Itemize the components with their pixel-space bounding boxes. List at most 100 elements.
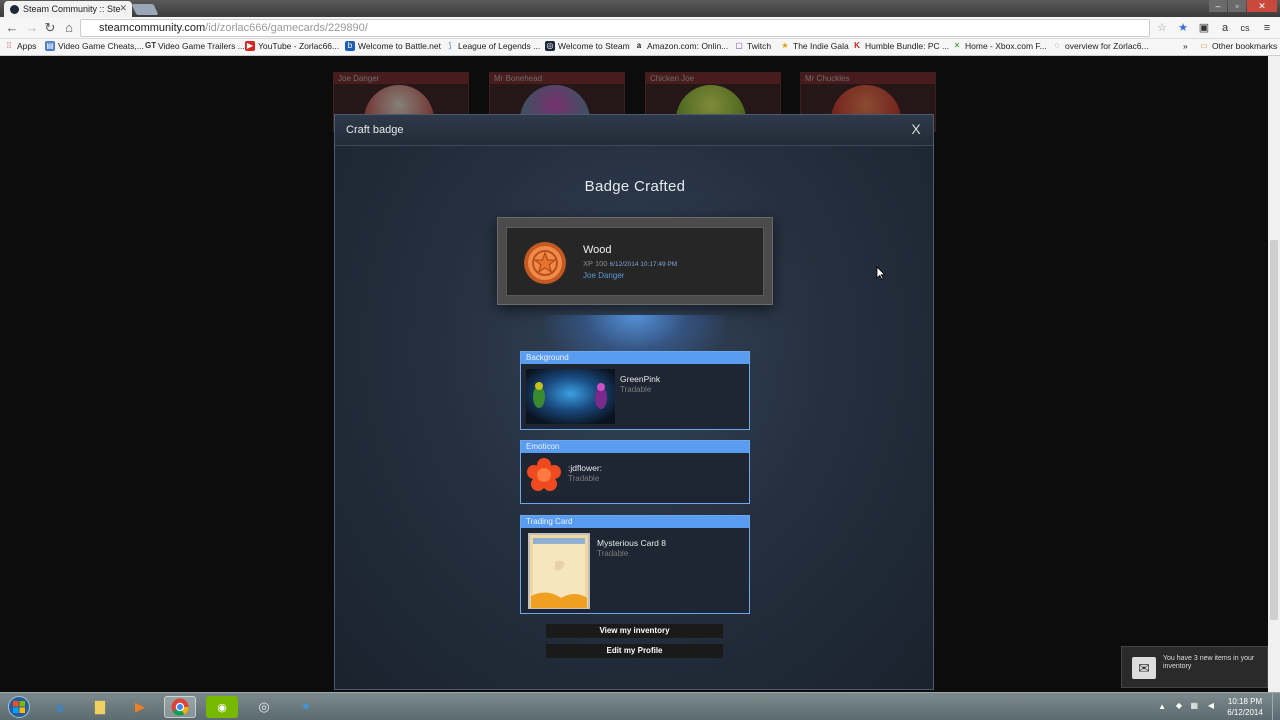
badge-crafted-heading: Badge Crafted bbox=[584, 178, 686, 195]
bookmarks-more-button[interactable]: » bbox=[1183, 41, 1188, 51]
apps-grid-icon: ⁞⁞ bbox=[6, 41, 12, 50]
bookmark-item[interactable]: GT Video Game Trailers ... bbox=[145, 41, 245, 51]
scrollbar-thumb[interactable] bbox=[1270, 240, 1278, 620]
url-host: steamcommunity.com bbox=[99, 22, 206, 34]
item-category: Emoticon bbox=[521, 441, 749, 453]
new-tab-button[interactable] bbox=[131, 4, 159, 15]
bookmark-item[interactable]: ▶ YouTube - Zorlac66... bbox=[245, 41, 339, 51]
item-name: GreenPink bbox=[620, 374, 661, 384]
gt-icon: GT bbox=[145, 41, 157, 50]
bookmark-item[interactable]: ◌ overview for Zorlac6... bbox=[1052, 41, 1149, 51]
background-thumbnail bbox=[526, 369, 615, 424]
lastpass-extension-icon[interactable]: cs bbox=[1238, 21, 1252, 35]
bookmark-manager-star-icon[interactable]: ★ bbox=[1176, 21, 1190, 35]
bookmark-item[interactable]: ▤ Video Game Cheats,... bbox=[45, 41, 144, 51]
dialog-header: Craft badge X bbox=[335, 115, 933, 146]
extension-icon[interactable]: ▣ bbox=[1197, 21, 1211, 35]
maximize-button[interactable]: ▫ bbox=[1228, 0, 1246, 12]
chrome-logo bbox=[171, 698, 189, 716]
reward-item-background[interactable]: Background GreenPink Tradable bbox=[520, 351, 750, 430]
address-bar[interactable]: steamcommunity.com/id/zorlac666/gamecard… bbox=[80, 19, 1150, 37]
bookmark-item[interactable]: ◎ Welcome to Steam bbox=[545, 41, 630, 51]
browser-toolbar: ← → ↻ ⌂ steamcommunity.com/id/zorlac666/… bbox=[0, 17, 1280, 39]
item-tradable-status: Tradable bbox=[620, 385, 652, 394]
twitch-icon: ▢ bbox=[735, 41, 743, 50]
reward-item-emoticon[interactable]: Emoticon :jdflower: Tradable bbox=[520, 440, 750, 504]
reload-button[interactable]: ↻ bbox=[42, 20, 58, 36]
url-path: /id/zorlac666/gamecards/229890/ bbox=[205, 22, 368, 34]
item-category: Background bbox=[521, 352, 749, 364]
browser-tab-strip: Steam Community :: Ste ✕ – ▫ ✕ bbox=[0, 0, 1280, 17]
badge-name: Wood bbox=[583, 244, 612, 256]
show-hidden-icons[interactable]: ▲ bbox=[1158, 702, 1166, 711]
folder-icon: ▭ bbox=[1200, 41, 1208, 50]
notification-text: You have 3 new items in your inventory bbox=[1163, 655, 1255, 670]
home-button[interactable]: ⌂ bbox=[61, 20, 77, 36]
close-icon[interactable]: X bbox=[909, 121, 923, 137]
badge-card-inner: Wood XP 100 6/12/2014 10:17:49 PM Joe Da… bbox=[506, 227, 764, 296]
page-scrollbar[interactable] bbox=[1268, 56, 1280, 692]
tab-title: Steam Community :: Ste bbox=[23, 4, 121, 14]
badge-meta: XP 100 6/12/2014 10:17:49 PM bbox=[583, 259, 677, 268]
bookmark-apps[interactable]: ⁞⁞ Apps bbox=[4, 41, 37, 51]
badge-timestamp: 6/12/2014 10:17:49 PM bbox=[609, 261, 678, 268]
star-icon: ★ bbox=[781, 41, 789, 50]
badge-card: Wood XP 100 6/12/2014 10:17:49 PM Joe Da… bbox=[497, 217, 773, 305]
humble-icon: K bbox=[854, 41, 860, 50]
trading-card-thumbnail bbox=[528, 533, 590, 609]
mouse-cursor-icon bbox=[876, 266, 886, 280]
screen: Steam Community :: Ste ✕ – ▫ ✕ ← → ↻ ⌂ s… bbox=[0, 0, 1280, 720]
youtube-icon: ▶ bbox=[245, 41, 255, 51]
clock-date[interactable]: 6/12/2014 bbox=[1224, 708, 1266, 717]
menu-icon[interactable]: ≡ bbox=[1260, 21, 1274, 35]
item-name: :jdflower: bbox=[568, 463, 603, 473]
show-desktop-button[interactable] bbox=[1272, 693, 1280, 720]
item-name: Mysterious Card 8 bbox=[597, 538, 666, 548]
other-bookmarks[interactable]: ▭ Other bookmarks bbox=[1199, 41, 1277, 51]
bookmark-item[interactable]: K Humble Bundle: PC ... bbox=[852, 41, 949, 51]
clock-time[interactable]: 10:18 PM bbox=[1224, 697, 1266, 706]
start-button[interactable] bbox=[4, 696, 34, 718]
media-player-icon[interactable]: ▶ bbox=[124, 696, 156, 718]
item-tradable-status: Tradable bbox=[597, 549, 629, 558]
reward-item-trading-card[interactable]: Trading Card Mysterious Card 8 Tradable bbox=[520, 515, 750, 614]
nvidia-icon[interactable]: ◉ bbox=[206, 696, 238, 718]
battlenet-icon: b bbox=[345, 41, 355, 51]
close-window-button[interactable]: ✕ bbox=[1247, 0, 1277, 12]
chrome-icon[interactable] bbox=[164, 696, 196, 718]
edit-profile-button[interactable]: Edit my Profile bbox=[546, 644, 723, 658]
amazon-extension-icon[interactable]: a bbox=[1218, 21, 1232, 35]
bookmark-item[interactable]: ✕ Home - Xbox.com F... bbox=[952, 41, 1047, 51]
network-icon[interactable]: ▦ bbox=[1190, 701, 1198, 710]
bookmark-item[interactable]: a Amazon.com: Onlin... bbox=[634, 41, 729, 51]
back-button[interactable]: ← bbox=[4, 20, 20, 36]
steam-taskbar-icon[interactable]: ◎ bbox=[248, 696, 280, 718]
windows-taskbar: e ▇ ▶ ◉ ◎ ✦ ▲ ◆ ▦ ◀ 10:18 PM 6/12/2014 bbox=[0, 692, 1280, 720]
bookmark-item[interactable]: ⟆ League of Legends ... bbox=[445, 41, 540, 51]
steam-favicon-icon bbox=[10, 4, 19, 14]
windows-logo-icon bbox=[8, 696, 30, 718]
bookmark-item[interactable]: ▢ Twitch bbox=[734, 41, 771, 51]
file-explorer-icon[interactable]: ▇ bbox=[84, 696, 116, 718]
minimize-button[interactable]: – bbox=[1209, 0, 1227, 12]
badge-game-link[interactable]: Joe Danger bbox=[583, 271, 624, 280]
bookmark-item[interactable]: b Welcome to Battle.net bbox=[345, 41, 441, 51]
browser-tab[interactable]: Steam Community :: Ste ✕ bbox=[4, 1, 132, 17]
lol-icon: ⟆ bbox=[448, 41, 452, 50]
tab-close-icon[interactable]: ✕ bbox=[119, 3, 127, 14]
amazon-icon: a bbox=[636, 41, 642, 50]
steam-icon: ◎ bbox=[545, 41, 555, 51]
bookmarks-bar: ⁞⁞ Apps ▤ Video Game Cheats,... GT Video Ga… bbox=[0, 39, 1280, 56]
wood-badge-star-icon bbox=[524, 242, 566, 284]
gift-icon: ✉ bbox=[1132, 657, 1156, 679]
view-inventory-button[interactable]: View my inventory bbox=[546, 624, 723, 638]
inventory-notification[interactable]: ✉ You have 3 new items in your inventory bbox=[1121, 646, 1268, 688]
battlenet-taskbar-icon[interactable]: ✦ bbox=[290, 696, 322, 718]
dropbox-icon[interactable]: ◆ bbox=[1176, 701, 1182, 710]
xbox-icon: ✕ bbox=[953, 41, 961, 50]
volume-icon[interactable]: ◀ bbox=[1208, 701, 1214, 710]
internet-explorer-icon[interactable]: e bbox=[44, 696, 76, 718]
bookmark-item[interactable]: ★ The Indie Gala bbox=[780, 41, 848, 51]
bookmark-star-icon[interactable]: ☆ bbox=[1155, 21, 1169, 35]
forward-button[interactable]: → bbox=[24, 20, 40, 36]
